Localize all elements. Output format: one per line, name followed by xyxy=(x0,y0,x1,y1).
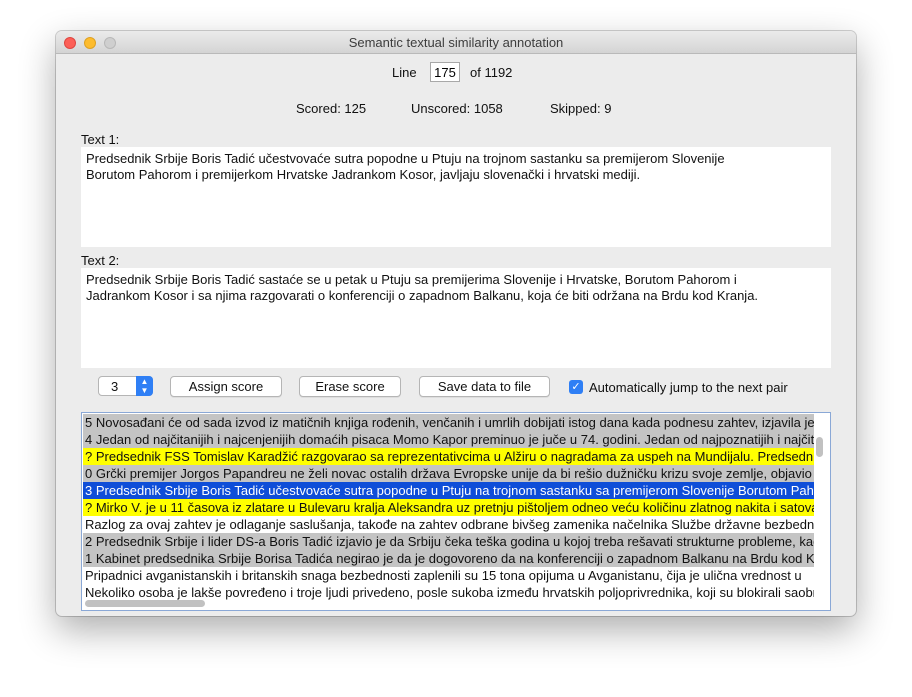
save-data-button[interactable]: Save data to file xyxy=(419,376,550,397)
list-item[interactable]: 3 Predsednik Srbije Boris Tadić učestvov… xyxy=(83,482,814,499)
title-bar: Semantic textual similarity annotation xyxy=(56,31,856,54)
auto-jump-label: Automatically jump to the next pair xyxy=(589,380,788,395)
up-down-arrows-icon: ▲ ▼ xyxy=(136,376,153,396)
list-item[interactable]: 5 Novosađani će od sada izvod iz matični… xyxy=(83,414,814,431)
list-item[interactable]: Pripadnici avganistanskih i britanskih s… xyxy=(83,567,814,584)
list-item[interactable]: ? Mirko V. je u 11 časova iz zlatare u B… xyxy=(83,499,814,516)
score-select[interactable]: 3 ▲ ▼ xyxy=(98,376,153,396)
window-title: Semantic textual similarity annotation xyxy=(348,35,564,50)
checkmark-icon: ✓ xyxy=(571,381,581,393)
list-item[interactable]: ? Predsednik FSS Tomislav Karadžić razgo… xyxy=(83,448,814,465)
list-item[interactable]: 0 Grčki premijer Jorgos Papandreu ne žel… xyxy=(83,465,814,482)
list-item[interactable]: 1 Kabinet predsednika Srbije Borisa Tadi… xyxy=(83,550,814,567)
line-number-input[interactable] xyxy=(430,62,460,82)
text2-area[interactable]: Predsednik Srbije Boris Tadić sastaće se… xyxy=(81,268,831,368)
app-window: Semantic textual similarity annotation L… xyxy=(56,31,856,616)
line-total-label: of 1192 xyxy=(470,65,513,80)
text2-label: Text 2: xyxy=(81,253,120,268)
scored-count: Scored: 125 xyxy=(296,101,367,116)
score-select-value: 3 xyxy=(111,379,119,394)
auto-jump-checkbox[interactable]: ✓ xyxy=(569,380,583,394)
list-item[interactable]: Nekoliko osoba je lakše povređeno i troj… xyxy=(83,584,814,601)
assign-score-button[interactable]: Assign score xyxy=(170,376,282,397)
list-item[interactable]: 4 Jedan od najčitanijih i najcenjenijih … xyxy=(83,431,814,448)
vertical-scrollbar-thumb[interactable] xyxy=(816,437,823,457)
line-label: Line xyxy=(392,65,417,80)
unscored-count: Unscored: 1058 xyxy=(411,101,503,116)
list-item[interactable]: Razlog za ovaj zahtev je odlaganje saslu… xyxy=(83,516,814,533)
text1-label: Text 1: xyxy=(81,132,120,147)
list-item[interactable]: 2 Predsednik Srbije i lider DS-a Boris T… xyxy=(83,533,814,550)
pair-list[interactable]: 5 Novosađani će od sada izvod iz matični… xyxy=(81,412,831,611)
horizontal-scrollbar-thumb[interactable] xyxy=(85,600,205,607)
text1-area[interactable]: Predsednik Srbije Boris Tadić učestvovać… xyxy=(81,147,831,247)
erase-score-button[interactable]: Erase score xyxy=(299,376,401,397)
skipped-count: Skipped: 9 xyxy=(550,101,612,116)
